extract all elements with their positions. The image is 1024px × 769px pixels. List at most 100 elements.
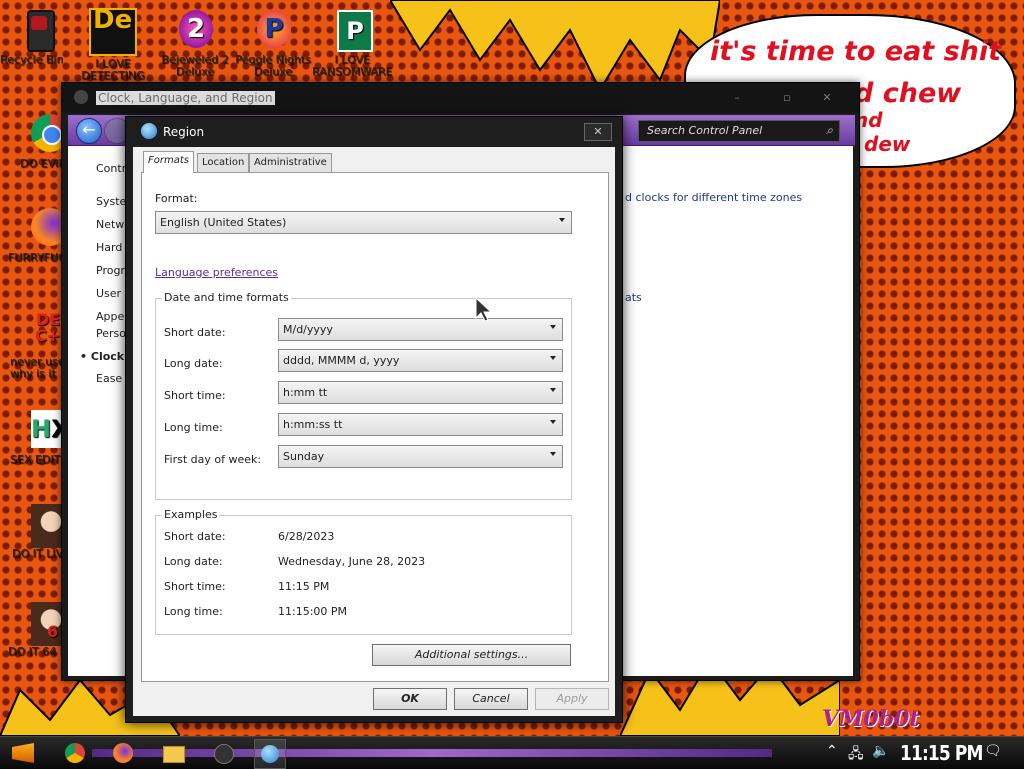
taskbar-decoration (92, 749, 772, 757)
control-panel-app-icon (74, 90, 88, 104)
region-globe-icon (141, 123, 157, 139)
region-close-button[interactable]: ✕ (584, 123, 612, 141)
format-dropdown[interactable]: English (United States) (155, 211, 572, 234)
taskbar-region-dialog[interactable] (254, 739, 286, 769)
desktop-icon-peggle[interactable]: P Peggle Nights Deluxe (234, 8, 312, 78)
search-control-panel-input[interactable]: Search Control Panel ⌕ (638, 120, 840, 142)
portrait-icon (17, 502, 71, 548)
app-icon (214, 744, 234, 764)
region-dialog-title: Region (163, 125, 205, 139)
example-long-date-value: Wednesday, June 28, 2023 (278, 555, 426, 568)
example-short-time-value: 11:15 PM (278, 580, 330, 593)
short-date-label: Short date: (164, 326, 226, 339)
ok-button[interactable]: OK (373, 688, 447, 710)
desktop-icon-recycle-bin[interactable]: Recycle Bin (0, 8, 78, 66)
region-dialog-body: Formats Location Administrative Format: … (133, 147, 615, 716)
example-long-time-value: 11:15:00 PM (278, 605, 348, 618)
minimize-button[interactable]: – (722, 91, 752, 105)
formats-tab-panel: Format: English (United States) Language… (141, 172, 609, 682)
nav-item-clock-active[interactable]: • Clock (80, 350, 124, 363)
devcpp-icon: DEV C++ (35, 310, 74, 345)
taskbar-firefox[interactable] (108, 739, 138, 767)
taskbar-chrome[interactable] (60, 739, 90, 767)
first-day-of-week-label: First day of week: (164, 453, 262, 466)
format-label: Format: (155, 192, 198, 205)
network-icon[interactable]: 🖧 (848, 743, 864, 767)
tab-administrative[interactable]: Administrative (249, 153, 332, 172)
short-date-dropdown[interactable]: M/d/yyyy (278, 318, 563, 341)
nav-item-control-panel-home[interactable]: Contr (96, 162, 126, 175)
chrome-icon (65, 743, 85, 763)
die-icon: De (89, 7, 137, 56)
taskbar-app[interactable] (208, 739, 238, 767)
nav-item-network[interactable]: Netw (96, 218, 124, 231)
desktop-icon-publisher[interactable]: P I LOVE RANSOMWARE (312, 8, 392, 78)
date-time-formats-group: Date and time formats Short date: M/d/yy… (155, 291, 572, 500)
nav-item-personalization[interactable]: Perso (96, 327, 126, 340)
peggle-icon: P (251, 8, 295, 52)
control-panel-title: Clock, Language, and Region (96, 91, 275, 105)
short-time-value: h:mm tt (283, 386, 328, 399)
tab-formats[interactable]: Formats (143, 151, 194, 173)
close-button[interactable]: ✕ (812, 91, 842, 105)
cancel-button[interactable]: Cancel (454, 688, 528, 710)
nav-item-ease-of-access[interactable]: Ease (96, 372, 122, 385)
start-icon (12, 743, 34, 763)
desktop-icon-die[interactable]: De I LOVE DETECTING (74, 7, 152, 82)
tab-location[interactable]: Location (197, 153, 250, 172)
control-panel-titlebar[interactable]: Clock, Language, and Region – ▫ ✕ (62, 83, 859, 113)
notifications-icon[interactable]: 🗨 (984, 743, 1002, 759)
search-icon: ⌕ (826, 123, 833, 137)
vm-watermark: VM0b0t (822, 706, 920, 732)
chevron-down-icon (559, 218, 565, 222)
maximize-button[interactable]: ▫ (772, 91, 802, 105)
desktop-icon-bejeweled[interactable]: 2 Bejeweled 2 Deluxe (156, 8, 234, 78)
chevron-down-icon (550, 388, 556, 392)
language-preferences-link[interactable]: Language preferences (155, 266, 278, 279)
search-placeholder: Search Control Panel (647, 124, 763, 137)
additional-settings-button[interactable]: Additional settings... (372, 644, 571, 666)
region-dialog[interactable]: Region ✕ Formats Location Administrative… (125, 116, 623, 723)
region-globe-icon (261, 745, 279, 763)
first-day-of-week-dropdown[interactable]: Sunday (278, 445, 563, 468)
short-time-label: Short time: (164, 389, 226, 402)
back-button[interactable]: ← (76, 118, 102, 144)
nav-item-programs[interactable]: Progr (96, 264, 125, 277)
example-short-date-value: 6/28/2023 (278, 530, 335, 543)
nav-item-system[interactable]: Syste (96, 195, 126, 208)
back-arrow-icon: ← (82, 120, 96, 139)
long-time-dropdown[interactable]: h:mm:ss tt (278, 413, 563, 436)
add-clocks-link-fragment[interactable]: d clocks for different time zones (625, 191, 802, 204)
long-date-dropdown[interactable]: dddd, MMMM d, yyyy (278, 349, 563, 372)
chevron-down-icon (550, 452, 556, 456)
bubble-line-4: dew (864, 132, 911, 156)
show-hidden-icons-chevron-icon[interactable]: ⌃ (826, 743, 838, 759)
taskbar-clock[interactable]: 11:15 PM (900, 741, 983, 765)
formats-link-fragment[interactable]: ats (625, 291, 642, 304)
firefox-icon (17, 206, 69, 250)
apply-button[interactable]: Apply (535, 688, 609, 710)
bejeweled-icon: 2 (173, 8, 217, 52)
chrome-icon (17, 112, 69, 156)
short-time-dropdown[interactable]: h:mm tt (278, 381, 563, 404)
examples-title: Examples (162, 508, 220, 521)
volume-icon[interactable]: 🔈 (872, 743, 889, 759)
example-long-date-label: Long date: (164, 555, 223, 568)
long-date-value: dddd, MMMM d, yyyy (283, 354, 400, 367)
close-icon: ✕ (593, 125, 603, 138)
long-time-label: Long time: (164, 421, 223, 434)
nav-item-hardware[interactable]: Hard (96, 241, 122, 254)
folder-icon (163, 746, 185, 763)
nav-item-user-accounts[interactable]: User (96, 287, 121, 300)
chevron-down-icon (550, 420, 556, 424)
example-short-time-label: Short time: (164, 580, 226, 593)
taskbar-file-explorer[interactable] (158, 739, 188, 767)
example-short-date-label: Short date: (164, 530, 226, 543)
publisher-icon: P (329, 8, 373, 52)
taskbar: ⌃ 🖧 🔈 11:15 PM 🗨 (0, 736, 1024, 769)
chevron-down-icon (550, 356, 556, 360)
mouse-cursor-icon (475, 296, 492, 322)
example-long-time-label: Long time: (164, 605, 223, 618)
start-button[interactable] (8, 739, 38, 767)
nav-item-appearance[interactable]: Appe (96, 310, 124, 323)
